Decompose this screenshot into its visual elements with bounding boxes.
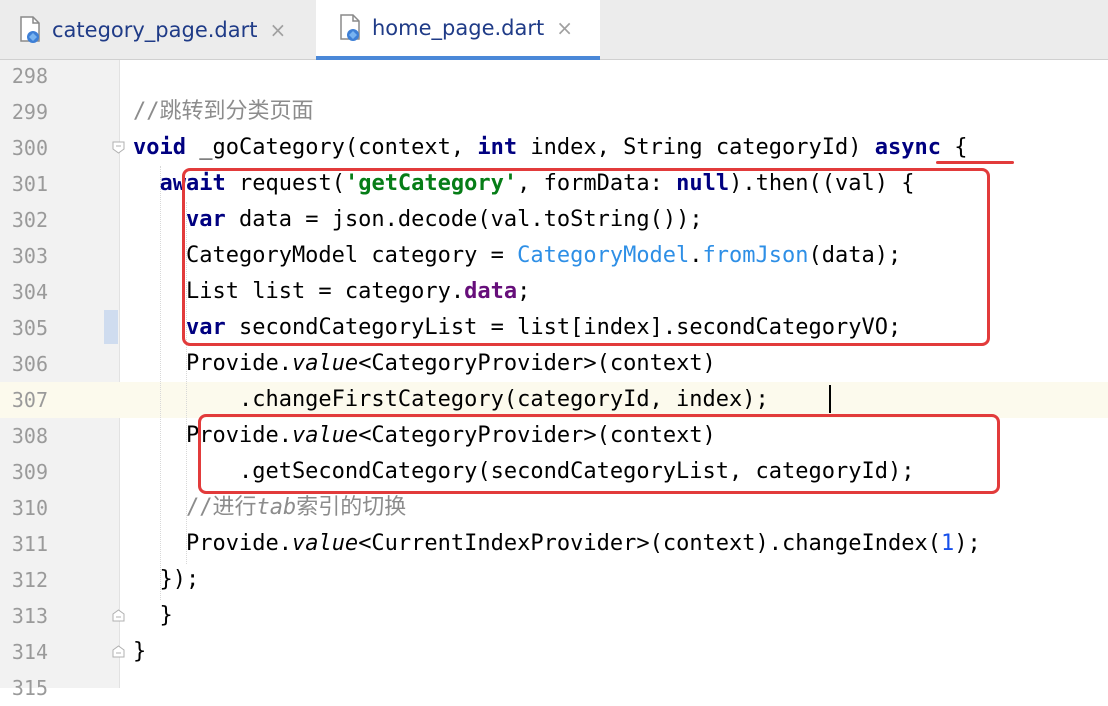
code-line[interactable]: 310 //进行tab索引的切换: [0, 490, 1108, 526]
editor-tab-bar: category_page.dart × home_page.dart ×: [0, 0, 1108, 60]
close-icon[interactable]: ×: [270, 18, 287, 42]
fold-icon[interactable]: [112, 141, 125, 154]
line-number: 305: [11, 316, 48, 340]
code-text: }: [133, 639, 147, 664]
line-number: 299: [11, 100, 48, 124]
code-text: .changeFirstCategory(categoryId, index);: [133, 387, 769, 412]
text-cursor: [829, 385, 831, 413]
code-text: });: [133, 567, 200, 592]
line-number: 311: [11, 532, 48, 556]
dart-file-icon: [18, 15, 44, 45]
code-line[interactable]: 299 //跳转到分类页面: [0, 94, 1108, 130]
line-number: 309: [11, 460, 48, 484]
code-text: //跳转到分类页面: [133, 99, 314, 124]
line-number: 308: [11, 424, 48, 448]
code-text: Provide.value<CategoryProvider>(context): [133, 351, 716, 376]
line-number: 307: [11, 388, 48, 412]
line-number: 313: [11, 604, 48, 628]
indent-guide: [160, 166, 161, 600]
code-line[interactable]: 314}: [0, 634, 1108, 670]
line-number: 304: [11, 280, 48, 304]
highlight-box-get-second-category: [198, 414, 1000, 494]
dart-file-icon: [338, 13, 364, 43]
code-line[interactable]: 312 });: [0, 562, 1108, 598]
async-underline-annotation: [936, 161, 1014, 164]
line-number: 300: [11, 136, 48, 160]
code-text: void _goCategory(context, int index, Str…: [133, 135, 968, 160]
line-number: 298: [11, 64, 48, 88]
code-line[interactable]: 313 }: [0, 598, 1108, 634]
line-number: 315: [11, 676, 48, 700]
fold-icon[interactable]: [112, 645, 125, 658]
close-icon[interactable]: ×: [556, 16, 573, 40]
code-text: Provide.value<CurrentIndexProvider>(cont…: [133, 531, 981, 556]
line-number: 310: [11, 496, 48, 520]
line-number: 303: [11, 244, 48, 268]
highlight-box-request: [182, 168, 990, 346]
code-line[interactable]: 298: [0, 58, 1108, 94]
change-marker: [104, 310, 118, 344]
line-number: 302: [11, 208, 48, 232]
line-number: 312: [11, 568, 48, 592]
code-line[interactable]: 311 Provide.value<CurrentIndexProvider>(…: [0, 526, 1108, 562]
tab-category-page[interactable]: category_page.dart ×: [0, 0, 312, 60]
fold-icon[interactable]: [112, 609, 125, 622]
tab-label: home_page.dart: [372, 16, 545, 40]
code-text: }: [133, 603, 173, 628]
tab-label: category_page.dart: [52, 18, 258, 42]
code-line[interactable]: 307 .changeFirstCategory(categoryId, ind…: [0, 382, 1108, 418]
code-line[interactable]: 306 Provide.value<CategoryProvider>(cont…: [0, 346, 1108, 382]
tab-home-page[interactable]: home_page.dart ×: [316, 0, 600, 60]
code-text: //进行tab索引的切换: [133, 495, 407, 520]
line-number: 314: [11, 640, 48, 664]
line-number: 306: [11, 352, 48, 376]
code-line[interactable]: 315: [0, 670, 1108, 706]
line-number: 301: [11, 172, 48, 196]
